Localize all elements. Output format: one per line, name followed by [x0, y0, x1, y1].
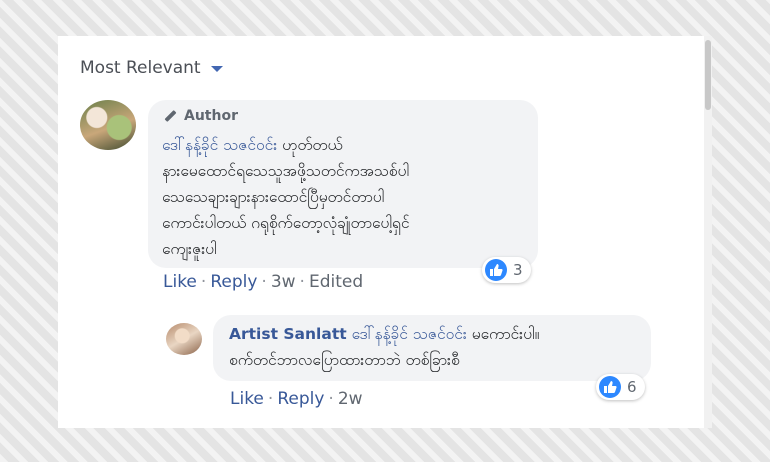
timestamp[interactable]: 3w	[271, 272, 296, 292]
mention-link[interactable]: ဒေါ်နန့်ခိုင် သဇင်ဝင်း	[162, 136, 277, 154]
like-icon	[599, 376, 621, 398]
edited-label[interactable]: Edited	[309, 272, 363, 292]
reply-button[interactable]: Reply	[210, 272, 257, 292]
like-button[interactable]: Like	[230, 389, 264, 409]
comment-text-rest: နားမေထောင်ရသေသူအဖို့သတင်ကအသစ်ပါ သေသေချား…	[162, 162, 410, 258]
scrollbar-thumb[interactable]	[705, 40, 711, 110]
author-name[interactable]: Artist Sanlatt	[229, 325, 347, 343]
sort-label: Most Relevant	[80, 58, 201, 78]
pencil-icon	[162, 108, 178, 124]
author-badge: Author	[162, 108, 238, 124]
separator-dot: ·	[328, 389, 334, 409]
author-badge-label: Author	[184, 108, 238, 124]
reply-button[interactable]: Reply	[277, 389, 324, 409]
comment-text: ဒေါ်နန့်ခိုင် သဇင်ဝင်း ဟုတ်တယ် နားမေထောင…	[162, 132, 532, 262]
scrollbar[interactable]	[704, 36, 712, 428]
mention-link[interactable]: ဒေါ်နန့်ခိုင် သဇင်ဝင်း	[352, 325, 467, 343]
comments-panel: Most Relevant Author ဒေါ်နန့်ခိုင် သဇင်ဝ…	[58, 36, 712, 428]
separator-dot: ·	[299, 272, 305, 292]
comment-text-first: မကောင်းပါ။	[471, 325, 540, 343]
comment-bubble: Artist Sanlatt ဒေါ်နန့်ခိုင် သဇင်ဝင်း မက…	[213, 315, 651, 381]
comment-bubble: Author ဒေါ်နန့်ခိုင် သဇင်ဝင်း ဟုတ်တယ် နာ…	[148, 100, 538, 268]
avatar[interactable]	[80, 100, 136, 150]
reaction-count: 6	[627, 378, 637, 396]
separator-dot: ·	[261, 272, 267, 292]
sort-dropdown[interactable]: Most Relevant	[80, 58, 223, 78]
like-icon	[485, 259, 507, 281]
caret-down-icon	[210, 66, 223, 72]
avatar[interactable]	[166, 323, 202, 355]
comment-text: Artist Sanlatt ဒေါ်နန့်ခိုင် သဇင်ဝင်း မက…	[229, 321, 649, 373]
reaction-summary[interactable]: 3	[482, 257, 531, 283]
comment-actions: Like · Reply · 3w · Edited	[163, 272, 363, 292]
timestamp[interactable]: 2w	[338, 389, 363, 409]
comment-actions: Like · Reply · 2w	[230, 389, 363, 409]
comment-text-first: ဟုတ်တယ်	[282, 136, 343, 154]
like-button[interactable]: Like	[163, 272, 197, 292]
separator-dot: ·	[267, 389, 274, 409]
comment-text-rest: စက်တင်ဘာလပြောထားတာဘဲ တစ်ခြားစီ	[229, 351, 460, 369]
reaction-summary[interactable]: 6	[596, 374, 645, 400]
reaction-count: 3	[513, 261, 523, 279]
separator-dot: ·	[200, 272, 207, 292]
